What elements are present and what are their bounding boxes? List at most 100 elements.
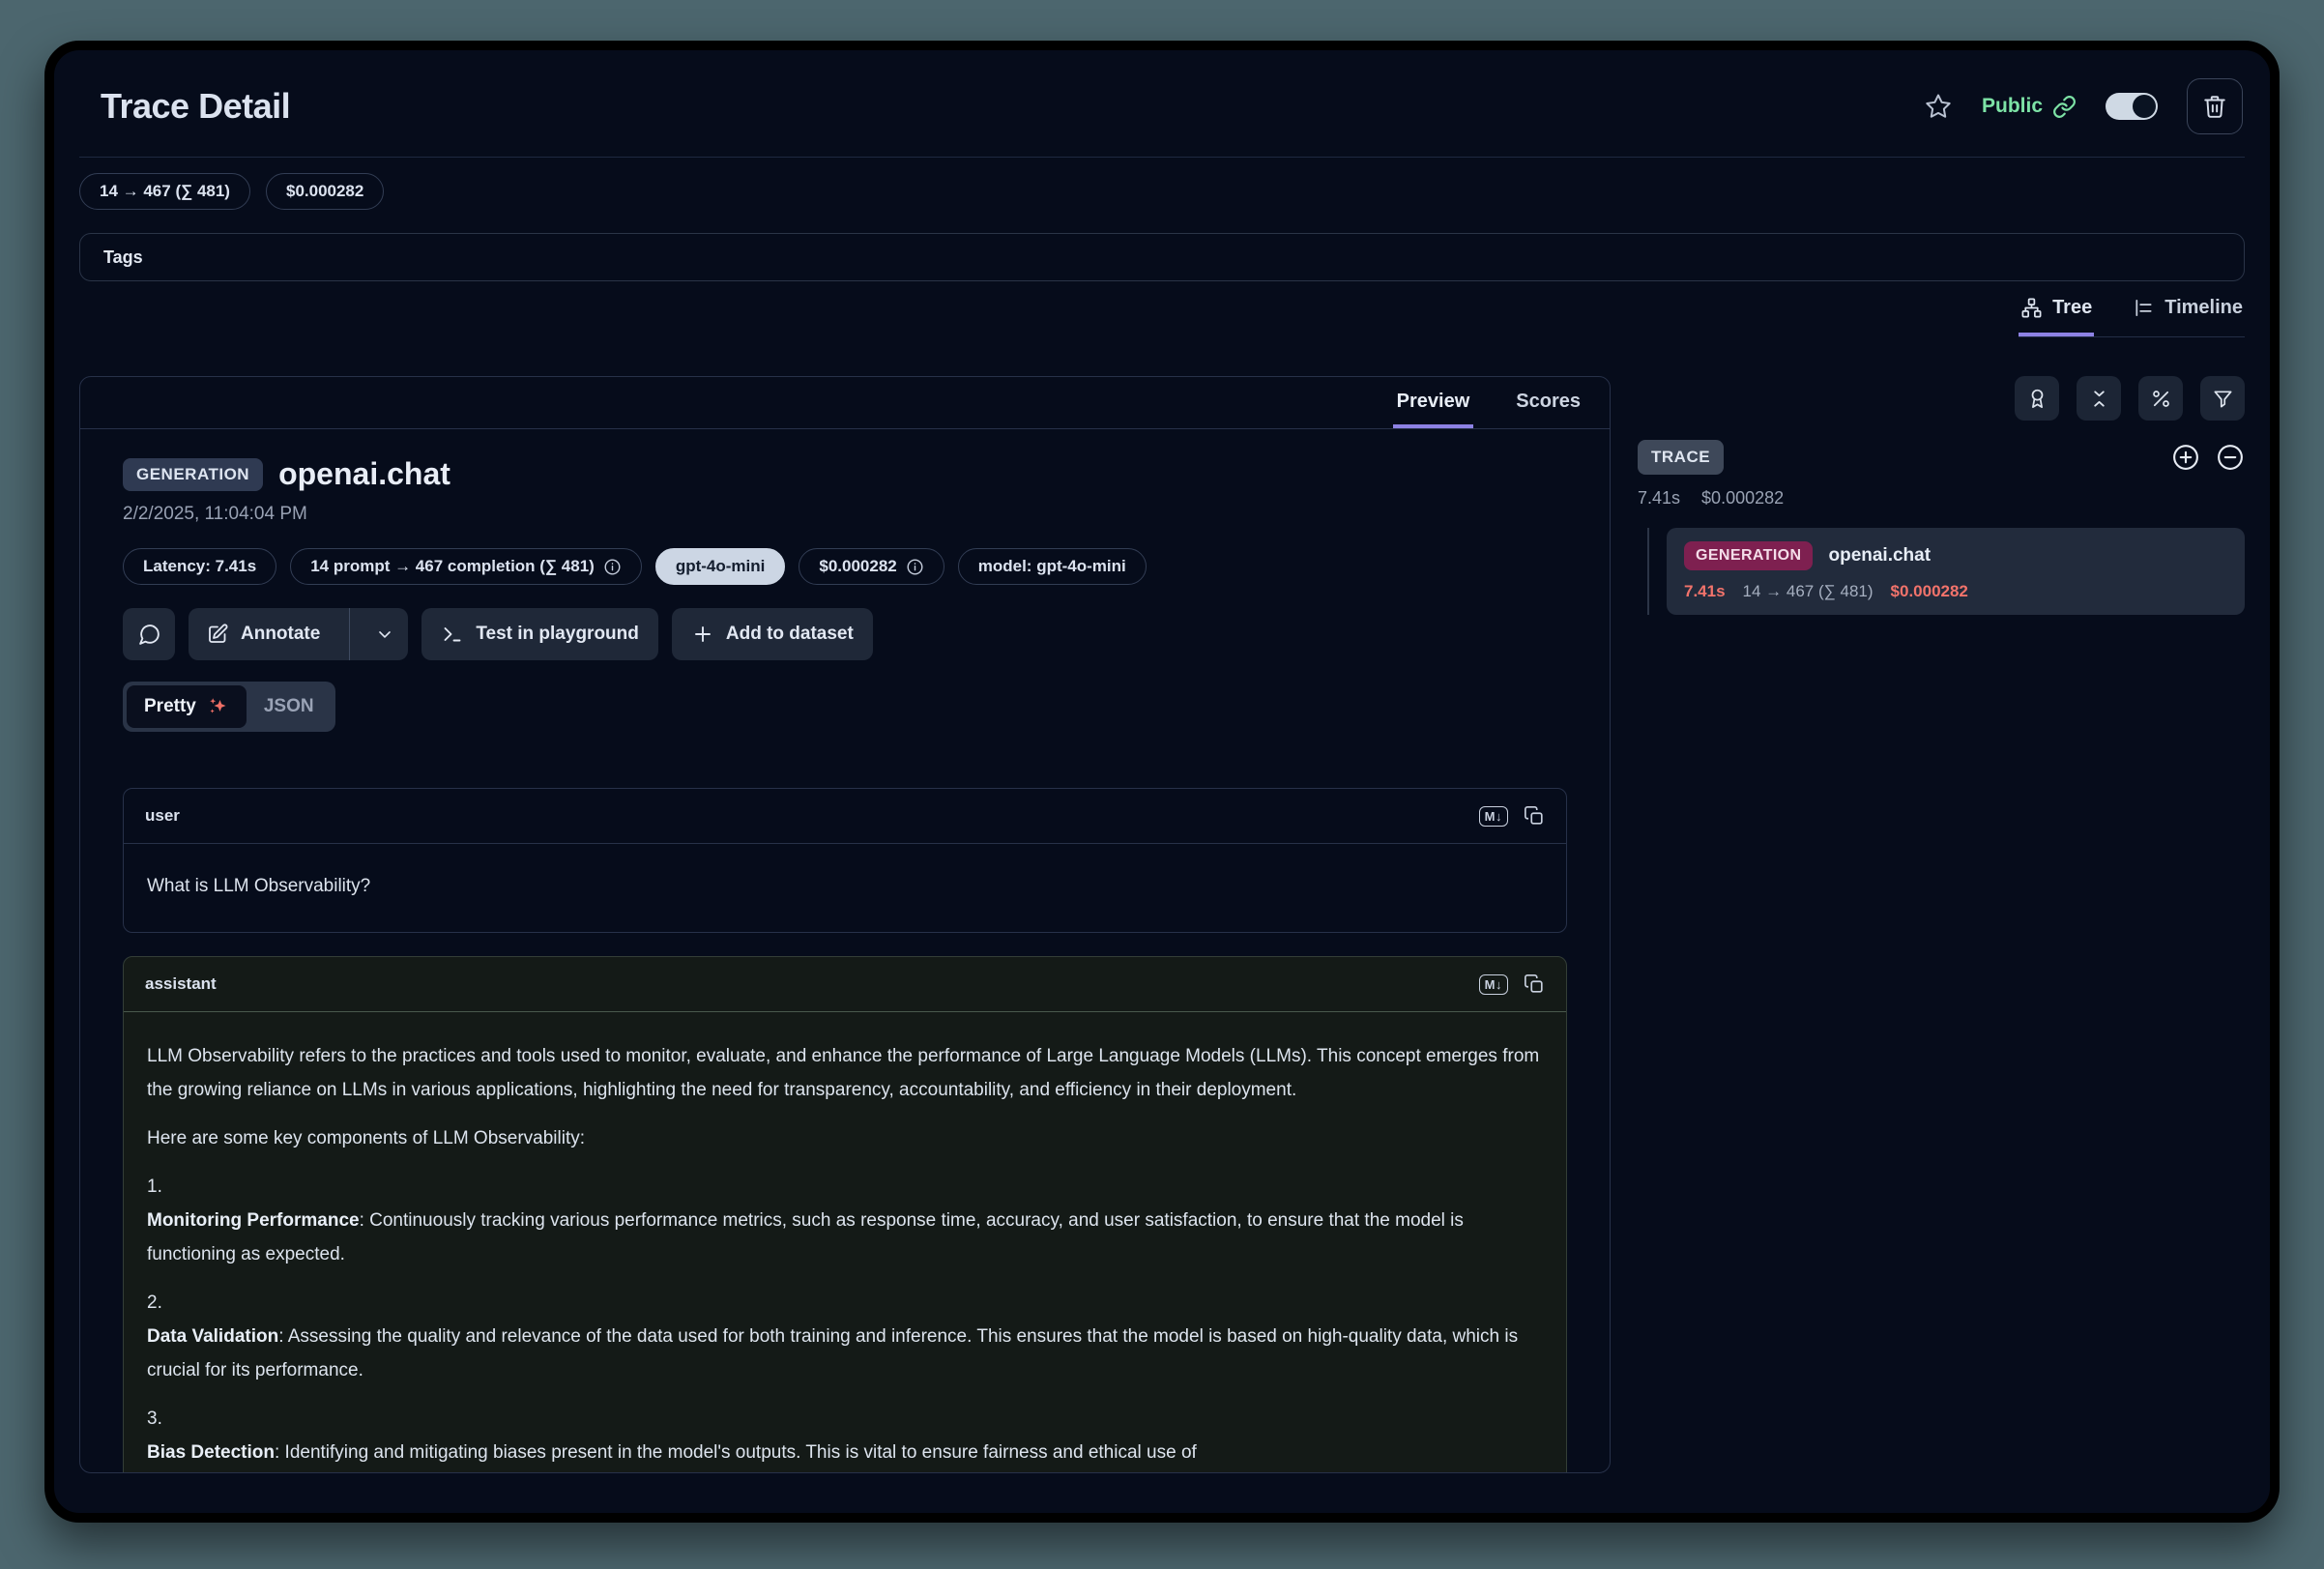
award-icon: [2026, 388, 2048, 410]
add-to-dataset-button[interactable]: Add to dataset: [672, 608, 873, 660]
user-message-card: user M↓ What is LLM Observability?: [123, 788, 1567, 933]
assistant-components-heading: Here are some key components of LLM Obse…: [147, 1121, 1543, 1155]
tags-box[interactable]: Tags: [79, 233, 2245, 281]
observation-name: openai.chat: [278, 456, 450, 492]
tree-zoom-controls: [2171, 443, 2245, 472]
plus-circle-icon[interactable]: [2171, 443, 2200, 472]
tab-timeline-label: Timeline: [2164, 297, 2243, 319]
pretty-label: Pretty: [144, 696, 196, 717]
trace-cost: $0.000282: [1701, 488, 1784, 508]
assistant-message-card: assistant M↓ LLM Observability refers to…: [123, 956, 1567, 1473]
trace-latency: 7.41s: [1638, 488, 1680, 508]
list-item-text: Bias Detection: Identifying and mitigati…: [147, 1436, 1543, 1469]
node-type-badge: GENERATION: [1684, 541, 1813, 570]
sparkles-icon: [206, 695, 229, 718]
observation-header: GENERATION openai.chat: [123, 456, 1567, 492]
list-term: Monitoring Performance: [147, 1210, 360, 1231]
format-toggle: Pretty JSON: [123, 682, 335, 732]
tab-preview[interactable]: Preview: [1393, 391, 1474, 428]
view-tabs: Tree Timeline: [2019, 287, 2245, 337]
list-term: Data Validation: [147, 1326, 278, 1347]
star-icon[interactable]: [1924, 92, 1953, 121]
message-header-icons: M↓: [1479, 805, 1545, 827]
list-number: 1.: [147, 1170, 1543, 1204]
trash-icon: [2202, 94, 2227, 119]
token-detail-badge[interactable]: 14 prompt → 467 completion (∑ 481): [290, 548, 642, 585]
generation-node[interactable]: GENERATION openai.chat 7.41s 14 → 467 (∑…: [1667, 528, 2245, 615]
metrics-toggle-button[interactable]: [2138, 376, 2183, 421]
plus-icon: [691, 623, 714, 646]
cost-text: $0.000282: [819, 557, 896, 576]
latency-badge: Latency: 7.41s: [123, 548, 276, 585]
message-header-icons: M↓: [1479, 973, 1545, 995]
observation-timestamp: 2/2/2025, 11:04:04 PM: [123, 504, 1567, 525]
edit-icon: [206, 623, 229, 646]
panel-tabs: Preview Scores: [80, 377, 1610, 429]
sidebar-toolbar: [1638, 376, 2245, 421]
comment-button[interactable]: [123, 608, 175, 660]
node-metrics: 7.41s 14 → 467 (∑ 481) $0.000282: [1684, 582, 2227, 601]
percent-icon: [2150, 388, 2172, 410]
list-item-text: Monitoring Performance: Continuously tra…: [147, 1204, 1543, 1271]
node-cost: $0.000282: [1891, 582, 1968, 601]
view-tabs-row: Tree Timeline: [79, 287, 2245, 337]
role-label: assistant: [145, 974, 217, 994]
token-usage-badge[interactable]: 14 → 467 (∑ 481): [79, 173, 250, 210]
tree-children: GENERATION openai.chat 7.41s 14 → 467 (∑…: [1638, 528, 2245, 615]
markdown-icon[interactable]: M↓: [1479, 806, 1508, 827]
markdown-icon[interactable]: M↓: [1479, 974, 1508, 995]
list-desc: : Identifying and mitigating biases pres…: [275, 1442, 1197, 1463]
trace-stats-row: 14 → 467 (∑ 481) $0.000282: [79, 173, 2245, 210]
comment-icon: [137, 623, 161, 647]
trace-row: TRACE: [1638, 440, 2245, 475]
copy-icon[interactable]: [1524, 973, 1545, 995]
model-pill[interactable]: gpt-4o-mini: [655, 548, 786, 585]
public-toggle[interactable]: [2106, 93, 2158, 120]
test-in-playground-button[interactable]: Test in playground: [421, 608, 658, 660]
tab-tree[interactable]: Tree: [2019, 287, 2094, 336]
tab-timeline[interactable]: Timeline: [2131, 287, 2245, 336]
list-item: 1. Monitoring Performance: Continuously …: [147, 1170, 1543, 1271]
minus-circle-icon[interactable]: [2216, 443, 2245, 472]
assistant-intro: LLM Observability refers to the practice…: [147, 1039, 1543, 1107]
filter-button[interactable]: [2200, 376, 2245, 421]
annotate-dropdown[interactable]: [362, 608, 408, 660]
terminal-icon: [441, 623, 464, 646]
copy-icon[interactable]: [1524, 805, 1545, 827]
header-actions: Public: [1924, 78, 2245, 134]
model-param-badge: model: gpt-4o-mini: [958, 548, 1147, 585]
link-icon: [2052, 95, 2077, 119]
list-item: 2. Data Validation: Assessing the qualit…: [147, 1286, 1543, 1387]
observation-preview-panel: Preview Scores GENERATION openai.chat 2/…: [79, 376, 1611, 1473]
trace-cost-badge[interactable]: $0.000282: [266, 173, 384, 210]
trace-badge[interactable]: TRACE: [1638, 440, 1724, 475]
annotations-toggle-button[interactable]: [2015, 376, 2059, 421]
tab-tree-label: Tree: [2052, 297, 2092, 319]
annotate-label: Annotate: [241, 624, 320, 645]
button-separator: [349, 608, 350, 660]
list-number: 2.: [147, 1286, 1543, 1320]
list-number: 3.: [147, 1402, 1543, 1436]
public-label: Public: [1982, 95, 2043, 118]
annotate-button[interactable]: Annotate: [189, 608, 408, 660]
annotate-main[interactable]: Annotate: [189, 608, 337, 660]
cost-badge[interactable]: $0.000282: [799, 548, 944, 585]
node-name: openai.chat: [1828, 545, 1931, 567]
collapse-all-button[interactable]: [2077, 376, 2121, 421]
panel-body: GENERATION openai.chat 2/2/2025, 11:04:0…: [80, 429, 1610, 1473]
header-divider: [79, 157, 2245, 158]
list-term: Bias Detection: [147, 1442, 275, 1463]
node-header: GENERATION openai.chat: [1684, 541, 2227, 570]
public-link[interactable]: Public: [1982, 95, 2077, 119]
format-pretty[interactable]: Pretty: [127, 685, 247, 728]
tab-scores[interactable]: Scores: [1512, 391, 1584, 428]
page-title: Trace Detail: [79, 86, 290, 127]
format-json[interactable]: JSON: [247, 685, 332, 728]
toggle-knob: [2133, 95, 2156, 118]
filter-icon: [2212, 388, 2234, 410]
delete-trace-button[interactable]: [2187, 78, 2243, 134]
collapse-icon: [2088, 388, 2110, 410]
list-item-text: Data Validation: Assessing the quality a…: [147, 1320, 1543, 1387]
observation-type-badge: GENERATION: [123, 458, 263, 491]
token-detail-text: 14 prompt → 467 completion (∑ 481): [310, 557, 595, 576]
